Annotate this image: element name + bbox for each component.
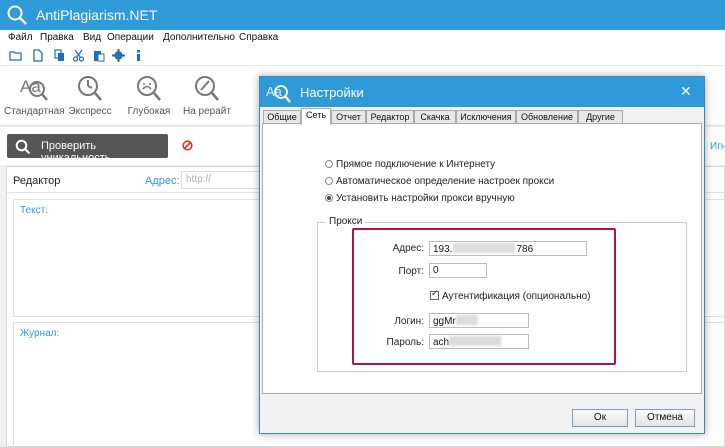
tab-editor[interactable]: Редактор — [366, 110, 414, 124]
radio-button-selected[interactable] — [325, 194, 333, 202]
menu-file[interactable]: Файл — [8, 32, 33, 43]
ok-button[interactable]: Ок — [572, 409, 628, 427]
tab-general[interactable]: Общие — [263, 110, 301, 124]
menu-view[interactable]: Вид — [83, 32, 101, 43]
info-icon[interactable] — [132, 49, 145, 62]
radio-direct-connection[interactable]: Прямое подключение к Интернету — [325, 159, 495, 170]
menu-advanced[interactable]: Дополнительно — [163, 32, 235, 43]
menu-edit[interactable]: Правка — [40, 32, 74, 43]
paste-icon[interactable] — [92, 49, 105, 62]
check-button-label: Проверить уникальность — [41, 140, 111, 164]
menu-operations[interactable]: Операции — [107, 32, 154, 43]
app-logo-icon: Aa — [266, 84, 291, 103]
tab-network[interactable]: Сеть — [301, 108, 331, 125]
tab-exclusions[interactable]: Исключения — [456, 110, 516, 124]
radio-label: Установить настройки прокси вручную — [336, 193, 515, 204]
app-titlebar: AntiPlagiarism.NET — [0, 0, 725, 30]
app-logo-icon — [7, 5, 27, 25]
tab-report[interactable]: Отчет — [331, 110, 366, 124]
editor-label: Редактор — [13, 175, 61, 187]
standard-mode-icon: Aa — [20, 77, 48, 101]
search-icon — [15, 139, 31, 155]
express-clock-icon — [78, 76, 102, 101]
menu-bar: Файл Правка Вид Операции Дополнительно С… — [0, 30, 725, 46]
mode-rewrite[interactable]: На рерайт — [177, 72, 237, 117]
mode-deep[interactable]: Глубокая — [119, 72, 179, 117]
radio-auto-proxy[interactable]: Автоматическое определение настроек прок… — [325, 176, 554, 187]
journal-label: Журнал: — [20, 328, 60, 339]
dialog-titlebar: Aa Настройки ✕ — [260, 77, 704, 107]
menu-help[interactable]: Справка — [239, 32, 278, 43]
mode-label: Экспресс — [68, 106, 112, 117]
mode-label: На рерайт — [183, 106, 231, 117]
annotation-highlight-box — [352, 228, 616, 365]
text-label: Текст: — [20, 205, 48, 216]
cancel-button[interactable]: Отмена — [635, 409, 695, 427]
proxy-group-title: Прокси — [326, 216, 366, 227]
app-title: AntiPlagiarism.NET — [36, 7, 158, 23]
close-icon[interactable]: ✕ — [680, 83, 692, 100]
toolbar — [0, 46, 725, 66]
settings-gear-icon[interactable] — [112, 49, 125, 62]
address-input[interactable]: http:// — [181, 171, 271, 189]
dialog-tabs: Общие Сеть Отчет Редактор Скачка Исключе… — [262, 108, 702, 125]
open-folder-icon[interactable] — [9, 49, 22, 62]
tab-download[interactable]: Скачка — [414, 110, 456, 124]
new-file-icon[interactable] — [31, 49, 44, 62]
mode-standard[interactable]: Aa Стандартная — [4, 72, 65, 117]
tab-update[interactable]: Обновление — [516, 110, 578, 124]
ignore-link[interactable]: Игн — [710, 141, 725, 152]
cut-icon[interactable] — [72, 49, 85, 62]
radio-button[interactable] — [325, 177, 333, 185]
mode-label: Глубокая — [127, 106, 171, 117]
check-uniqueness-button[interactable]: Проверить уникальность — [7, 134, 168, 164]
tab-other[interactable]: Другие — [578, 110, 623, 124]
radio-button[interactable] — [325, 160, 333, 168]
copy-icon[interactable] — [53, 49, 66, 62]
stop-icon[interactable] — [182, 140, 193, 151]
dialog-title: Настройки — [300, 85, 364, 100]
rewrite-mode-icon — [195, 76, 219, 101]
radio-label: Автоматическое определение настроек прок… — [336, 176, 555, 187]
mode-express[interactable]: Экспресс — [60, 72, 120, 117]
radio-label: Прямое подключение к Интернету — [336, 159, 496, 170]
radio-manual-proxy[interactable]: Установить настройки прокси вручную — [325, 193, 515, 204]
mode-label: Стандартная — [4, 106, 65, 117]
deep-mode-icon — [137, 76, 161, 101]
address-label: Адрес: — [145, 175, 180, 187]
